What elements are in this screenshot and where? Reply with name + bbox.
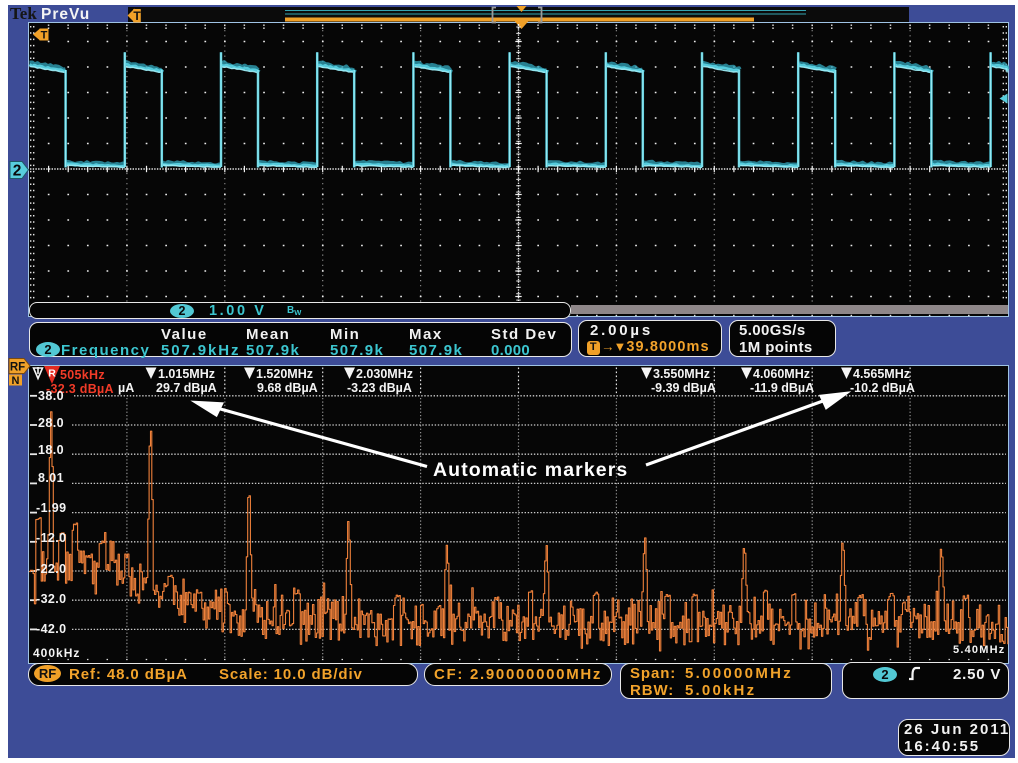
svg-text:T: T (41, 29, 48, 41)
svg-text:N: N (12, 375, 20, 387)
svg-text:RF: RF (10, 362, 25, 374)
svg-text:R: R (48, 368, 56, 380)
svg-text:T: T (133, 9, 141, 23)
svg-text:2: 2 (13, 163, 22, 180)
